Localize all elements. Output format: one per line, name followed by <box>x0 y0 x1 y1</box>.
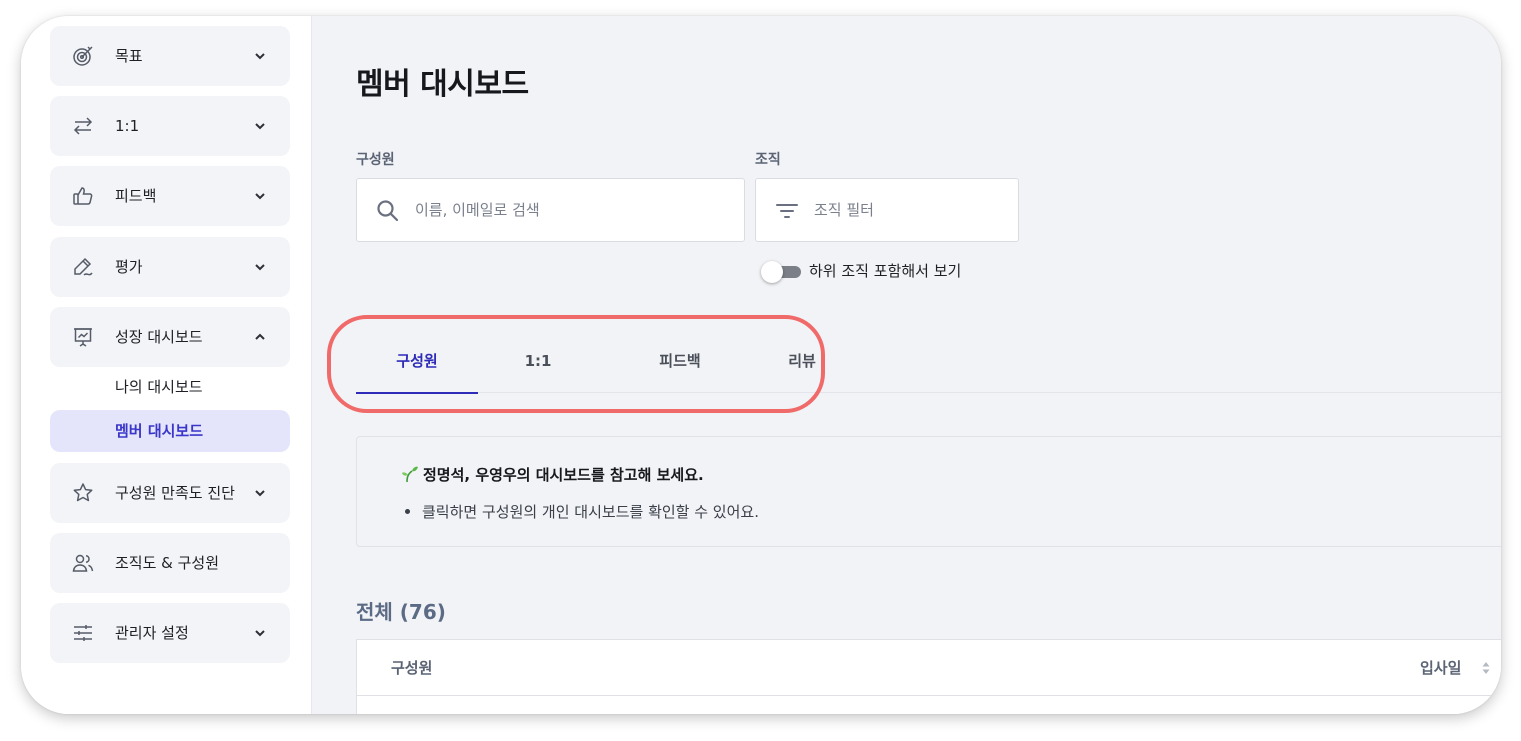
sidebar-item-admin-settings[interactable]: 관리자 설정 <box>50 603 290 663</box>
table-header: 구성원 입사일 <box>357 640 1501 696</box>
chevron-down-icon <box>255 490 265 497</box>
notice-title-text: 정명석, 우영우의 대시보드를 참고해 보세요. <box>423 466 704 484</box>
filter-icon <box>776 204 798 218</box>
chevron-down-icon <box>255 123 265 130</box>
search-icon <box>377 200 399 222</box>
sidebar-subitem-my-dashboard[interactable]: 나의 대시보드 <box>50 366 290 408</box>
notice-title: 정명석, 우영우의 대시보드를 참고해 보세요. <box>401 464 704 485</box>
sidebar-item-label: 관리자 설정 <box>115 624 189 642</box>
sidebar-item-label: 성장 대시보드 <box>115 328 203 346</box>
sidebar-item-feedback[interactable]: 피드백 <box>50 166 290 226</box>
column-header-member[interactable]: 구성원 <box>391 640 432 696</box>
sidebar-item-org-chart[interactable]: 조직도 & 구성원 <box>50 533 290 593</box>
sort-icon[interactable] <box>1481 659 1491 677</box>
notice-box: 정명석, 우영우의 대시보드를 참고해 보세요. 클릭하면 구성원의 개인 대시… <box>356 436 1501 547</box>
member-search-placeholder: 이름, 이메일로 검색 <box>415 201 540 219</box>
column-header-join-date[interactable]: 입사일 <box>1420 640 1461 696</box>
member-field-label: 구성원 <box>356 152 395 168</box>
org-field-label: 조직 <box>755 152 781 168</box>
sidebar-item-evaluation[interactable]: 평가 <box>50 237 290 297</box>
include-sub-org-label: 하위 조직 포함해서 보기 <box>809 262 962 280</box>
sidebar-subitem-member-dashboard[interactable]: 멤버 대시보드 <box>50 410 290 452</box>
people-icon <box>72 554 94 572</box>
sidebar-subitem-label: 멤버 대시보드 <box>115 422 204 440</box>
sidebar-item-label: 피드백 <box>115 187 157 205</box>
toggle-knob <box>761 261 783 283</box>
sidebar-item-one-on-one[interactable]: 1:1 <box>50 96 290 156</box>
sidebar-item-growth-dashboard[interactable]: 성장 대시보드 <box>50 307 290 367</box>
chevron-up-icon <box>255 333 265 340</box>
tabs-highlight-annotation <box>327 315 825 413</box>
sidebar: 목표 1:1 피드백 평가 성장 대시보드 나의 대시보드 멤버 대시보드 구성… <box>21 16 312 714</box>
chevron-down-icon <box>255 264 265 271</box>
org-filter-placeholder: 조직 필터 <box>814 201 874 219</box>
sidebar-item-label: 조직도 & 구성원 <box>115 554 220 572</box>
chevron-down-icon <box>255 630 265 637</box>
sidebar-item-label: 1:1 <box>115 117 140 135</box>
presentation-chart-icon <box>74 328 92 347</box>
thumbs-up-icon <box>73 187 93 205</box>
sidebar-item-label: 평가 <box>115 258 143 276</box>
sidebar-item-label: 목표 <box>115 47 143 65</box>
chevron-down-icon <box>255 193 265 200</box>
star-icon <box>73 483 93 502</box>
sidebar-item-label: 구성원 만족도 진단 <box>115 484 235 502</box>
chevron-down-icon <box>255 53 265 60</box>
target-icon <box>73 46 93 66</box>
sliders-icon <box>74 625 92 641</box>
exchange-arrows-icon <box>73 117 93 135</box>
sidebar-item-goals[interactable]: 목표 <box>50 26 290 86</box>
total-count: 전체 (76) <box>356 600 446 624</box>
pen-signature-icon <box>74 257 93 276</box>
main-content: 멤버 대시보드 구성원 이름, 이메일로 검색 조직 조직 필터 하위 조직 포… <box>312 16 1501 714</box>
page-title: 멤버 대시보드 <box>356 67 529 102</box>
sidebar-subitem-label: 나의 대시보드 <box>115 378 203 396</box>
member-search-input[interactable]: 이름, 이메일로 검색 <box>356 178 745 242</box>
notice-bullet-text: 클릭하면 구성원의 개인 대시보드를 확인할 수 있어요. <box>422 503 759 521</box>
sidebar-item-satisfaction-survey[interactable]: 구성원 만족도 진단 <box>50 463 290 523</box>
notice-bullet: 클릭하면 구성원의 개인 대시보드를 확인할 수 있어요. <box>405 501 759 522</box>
include-sub-org-toggle[interactable] <box>761 261 801 283</box>
org-filter-button[interactable]: 조직 필터 <box>755 178 1019 242</box>
app-window: 목표 1:1 피드백 평가 성장 대시보드 나의 대시보드 멤버 대시보드 구성… <box>21 16 1501 714</box>
members-table: 구성원 입사일 <box>356 639 1501 714</box>
